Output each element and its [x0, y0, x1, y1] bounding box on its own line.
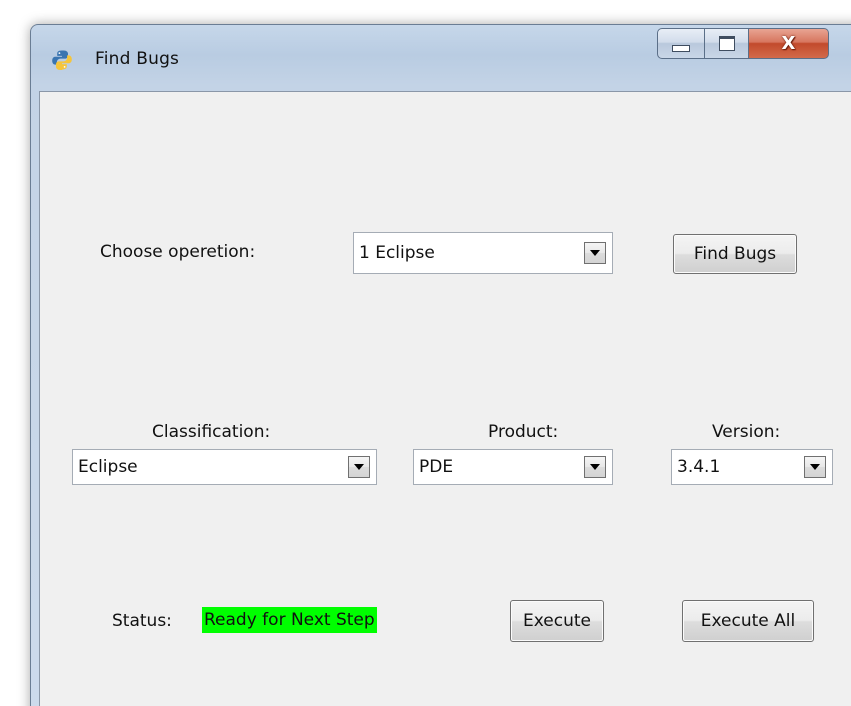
- desktop: Find Bugs X Choose operetion: 1 Eclipse: [0, 0, 851, 706]
- operation-label: Choose operetion:: [100, 242, 256, 262]
- close-icon: X: [781, 32, 796, 54]
- find-bugs-button[interactable]: Find Bugs: [673, 234, 797, 274]
- minimize-button[interactable]: [657, 28, 705, 59]
- dropdown-arrow-icon[interactable]: [584, 242, 606, 264]
- product-label: Product:: [488, 422, 559, 442]
- maximize-button[interactable]: [705, 28, 749, 59]
- product-selected: PDE: [419, 457, 454, 477]
- caption-buttons: X: [657, 28, 829, 60]
- classification-select[interactable]: Eclipse: [72, 449, 377, 485]
- execute-all-button[interactable]: Execute All: [682, 600, 814, 642]
- dropdown-arrow-icon[interactable]: [804, 456, 826, 478]
- version-select[interactable]: 3.4.1: [671, 449, 833, 485]
- classification-selected: Eclipse: [78, 457, 138, 477]
- dropdown-arrow-icon[interactable]: [348, 456, 370, 478]
- dropdown-arrow-icon[interactable]: [584, 456, 606, 478]
- python-icon: [52, 50, 72, 70]
- version-selected: 3.4.1: [677, 457, 721, 477]
- execute-button[interactable]: Execute: [510, 600, 604, 642]
- version-label: Version:: [712, 422, 781, 442]
- client-area: Choose operetion: 1 Eclipse Find Bugs Cl…: [39, 91, 851, 706]
- status-value: Ready for Next Step: [202, 607, 377, 633]
- classification-label: Classification:: [152, 422, 271, 442]
- operation-selected: 1 Eclipse: [359, 243, 435, 263]
- minimize-icon: [672, 45, 690, 52]
- close-button[interactable]: X: [749, 28, 829, 59]
- find-bugs-window: Find Bugs X Choose operetion: 1 Eclipse: [30, 24, 851, 706]
- product-select[interactable]: PDE: [413, 449, 613, 485]
- window-title: Find Bugs: [95, 49, 180, 69]
- operation-select[interactable]: 1 Eclipse: [353, 232, 613, 274]
- status-label: Status:: [112, 611, 172, 631]
- title-bar[interactable]: Find Bugs X: [31, 25, 851, 91]
- maximize-icon: [718, 36, 735, 51]
